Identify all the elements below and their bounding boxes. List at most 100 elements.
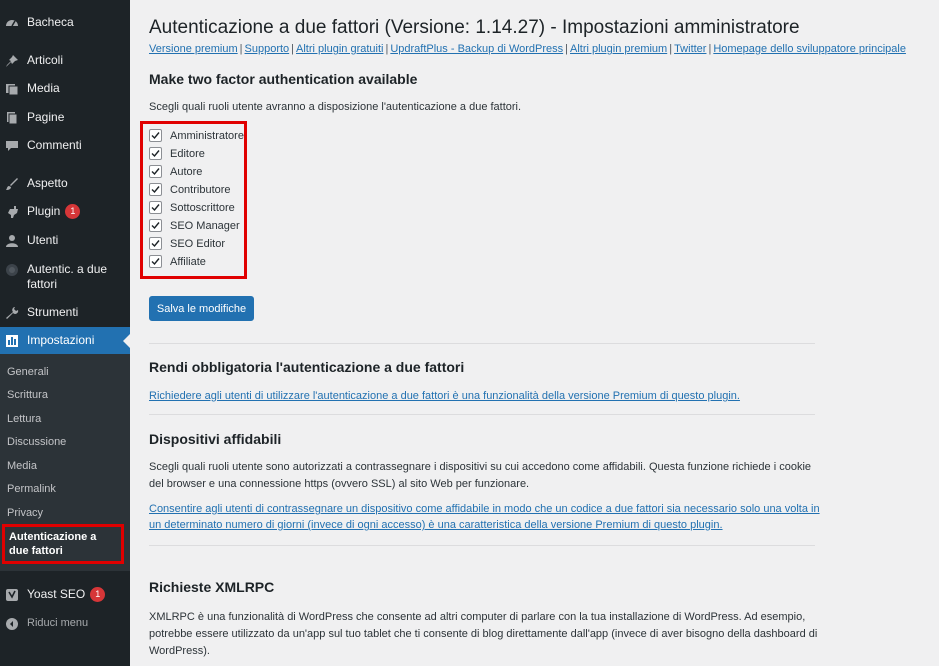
update-count-badge: 1 bbox=[65, 204, 81, 219]
plugin-icon bbox=[5, 205, 19, 219]
submenu-item-generali[interactable]: Generali bbox=[7, 366, 49, 378]
sidebar-item-impostazioni[interactable]: Impostazioni bbox=[0, 327, 130, 354]
checkbox-checked[interactable] bbox=[149, 183, 162, 196]
yoast-count-badge: 1 bbox=[90, 587, 106, 602]
section-divider bbox=[149, 343, 815, 344]
section-heading-xmlrpc: Richieste XMLRPC bbox=[149, 579, 275, 595]
checkbox-checked[interactable] bbox=[149, 165, 162, 178]
xmlrpc-desc-line1: XMLRPC è una funzionalità di WordPress c… bbox=[149, 611, 806, 623]
premium-link-mandatory[interactable]: Richiedere agli utenti di utilizzare l'a… bbox=[149, 388, 740, 405]
sidebar-item-bacheca[interactable]: Bacheca bbox=[0, 15, 130, 30]
sidebar-item-label: Yoast SEO 1 bbox=[27, 587, 106, 602]
checkbox-checked[interactable] bbox=[149, 255, 162, 268]
role-checkbox-row[interactable]: Sottoscrittore bbox=[149, 201, 235, 214]
link-homepage-sviluppatore[interactable]: Homepage dello sviluppatore principale bbox=[713, 43, 906, 55]
sidebar-item-label: Strumenti bbox=[27, 305, 79, 319]
sidebar-item-label: Autentic. a due fattori bbox=[27, 262, 108, 291]
sidebar-item-label: Pagine bbox=[27, 110, 65, 124]
checkbox-checked[interactable] bbox=[149, 147, 162, 160]
comments-icon bbox=[5, 139, 19, 153]
section-description-available: Scegli quali ruoli utente avranno a disp… bbox=[149, 101, 522, 113]
role-checkbox-row[interactable]: Affiliate bbox=[149, 255, 206, 268]
link-supporto[interactable]: Supporto bbox=[245, 43, 290, 55]
admin-sidebar: Bacheca Articoli Media Pagine Commenti A… bbox=[0, 0, 130, 666]
sidebar-item-media[interactable]: Media bbox=[0, 81, 130, 96]
xmlrpc-desc-line3: WordPress). bbox=[149, 645, 210, 657]
premium-link-trusted-line2[interactable]: un determinato numero di giorni (invece … bbox=[149, 517, 723, 534]
sidebar-item-strumenti[interactable]: Strumenti bbox=[0, 305, 130, 320]
role-label: Contributore bbox=[170, 183, 231, 196]
link-updraftplus[interactable]: UpdraftPlus - Backup di WordPress bbox=[390, 43, 563, 55]
premium-link-trusted-line1[interactable]: Consentire agli utenti di contrassegnare… bbox=[149, 501, 820, 518]
sidebar-item-utenti[interactable]: Utenti bbox=[0, 233, 130, 248]
submenu-item-lettura[interactable]: Lettura bbox=[7, 413, 41, 425]
checkbox-checked[interactable] bbox=[149, 237, 162, 250]
section-divider bbox=[149, 545, 815, 546]
role-label: SEO Editor bbox=[170, 237, 226, 250]
submenu-item-permalink[interactable]: Permalink bbox=[7, 483, 56, 495]
submenu-item-discussione[interactable]: Discussione bbox=[7, 436, 66, 448]
sidebar-item-label: Bacheca bbox=[27, 15, 74, 29]
xmlrpc-desc-line2: potrebbe essere utilizzato da un'app sul… bbox=[149, 628, 818, 640]
page-title: Autenticazione a due fattori (Versione: … bbox=[149, 17, 800, 38]
sidebar-item-yoast[interactable]: Yoast SEO 1 bbox=[0, 587, 130, 602]
save-button[interactable]: Salva le modifiche bbox=[149, 296, 254, 321]
role-checkbox-row[interactable]: SEO Editor bbox=[149, 237, 225, 250]
role-checkbox-row[interactable]: Autore bbox=[149, 165, 202, 178]
settings-submenu: Generali Scrittura Lettura Discussione M… bbox=[0, 354, 130, 571]
submenu-item-privacy[interactable]: Privacy bbox=[7, 507, 43, 519]
checkbox-checked[interactable] bbox=[149, 201, 162, 214]
role-checkbox-row[interactable]: Contributore bbox=[149, 183, 231, 196]
appearance-icon bbox=[5, 177, 19, 191]
tools-icon bbox=[5, 306, 19, 320]
pages-icon bbox=[5, 111, 19, 125]
collapse-menu-button[interactable]: Riduci menu bbox=[0, 616, 130, 631]
sidebar-item-label: Commenti bbox=[27, 138, 82, 152]
sidebar-item-plugin[interactable]: Plugin 1 bbox=[0, 204, 130, 219]
role-checkbox-row[interactable]: SEO Manager bbox=[149, 219, 240, 232]
link-altri-plugin-gratuiti[interactable]: Altri plugin gratuiti bbox=[296, 43, 383, 55]
role-label: Sottoscrittore bbox=[170, 201, 235, 214]
collapse-icon bbox=[5, 617, 19, 631]
trusted-devices-desc-line2: del browser e una connessione https (ovv… bbox=[149, 478, 530, 490]
trusted-devices-desc-line1: Scegli quali ruoli utente sono autorizza… bbox=[149, 461, 812, 473]
pin-icon bbox=[5, 54, 19, 68]
sidebar-item-articoli[interactable]: Articoli bbox=[0, 53, 130, 68]
section-heading-available: Make two factor authentication available bbox=[149, 71, 418, 87]
plugin-links: Versione premium | Supporto | Altri plugin g… bbox=[149, 43, 906, 55]
sidebar-item-label: Articoli bbox=[27, 53, 64, 67]
role-label: Autore bbox=[170, 165, 203, 178]
submenu-item-scrittura[interactable]: Scrittura bbox=[7, 389, 48, 401]
checkbox-checked[interactable] bbox=[149, 129, 162, 142]
sidebar-item-label: Aspetto bbox=[27, 176, 68, 190]
yoast-icon bbox=[5, 588, 19, 602]
submenu-item-two-factor[interactable]: Autenticazione a due fattori bbox=[2, 524, 124, 564]
link-versione-premium[interactable]: Versione premium bbox=[149, 43, 238, 55]
link-twitter[interactable]: Twitter bbox=[674, 43, 706, 55]
sidebar-item-commenti[interactable]: Commenti bbox=[0, 138, 130, 153]
sidebar-item-two-factor[interactable]: Autentic. a due fattori bbox=[0, 262, 130, 292]
checkbox-checked[interactable] bbox=[149, 219, 162, 232]
section-heading-trusted-devices: Dispositivi affidabili bbox=[149, 431, 282, 447]
sidebar-item-label: Plugin 1 bbox=[27, 204, 81, 219]
sidebar-item-pagine[interactable]: Pagine bbox=[0, 110, 130, 125]
sidebar-item-label: Impostazioni bbox=[27, 333, 95, 347]
submenu-item-media[interactable]: Media bbox=[7, 460, 37, 472]
section-heading-mandatory: Rendi obbligatoria l'autenticazione a du… bbox=[149, 359, 465, 375]
sidebar-item-label: Media bbox=[27, 81, 60, 95]
dashboard-icon bbox=[5, 16, 19, 30]
role-checkbox-row[interactable]: Amministratore bbox=[149, 129, 244, 142]
role-label: Amministratore bbox=[170, 129, 244, 142]
role-label: SEO Manager bbox=[170, 219, 240, 232]
role-label: Editore bbox=[170, 147, 205, 160]
collapse-menu-label: Riduci menu bbox=[27, 617, 89, 629]
users-icon bbox=[5, 234, 19, 248]
two-factor-icon bbox=[5, 263, 19, 277]
role-label: Affiliate bbox=[170, 255, 206, 268]
section-divider bbox=[149, 414, 815, 415]
link-altri-plugin-premium[interactable]: Altri plugin premium bbox=[570, 43, 667, 55]
role-checkbox-row[interactable]: Editore bbox=[149, 147, 205, 160]
settings-icon bbox=[5, 334, 19, 348]
sidebar-item-label: Utenti bbox=[27, 233, 59, 247]
sidebar-item-aspetto[interactable]: Aspetto bbox=[0, 176, 130, 191]
